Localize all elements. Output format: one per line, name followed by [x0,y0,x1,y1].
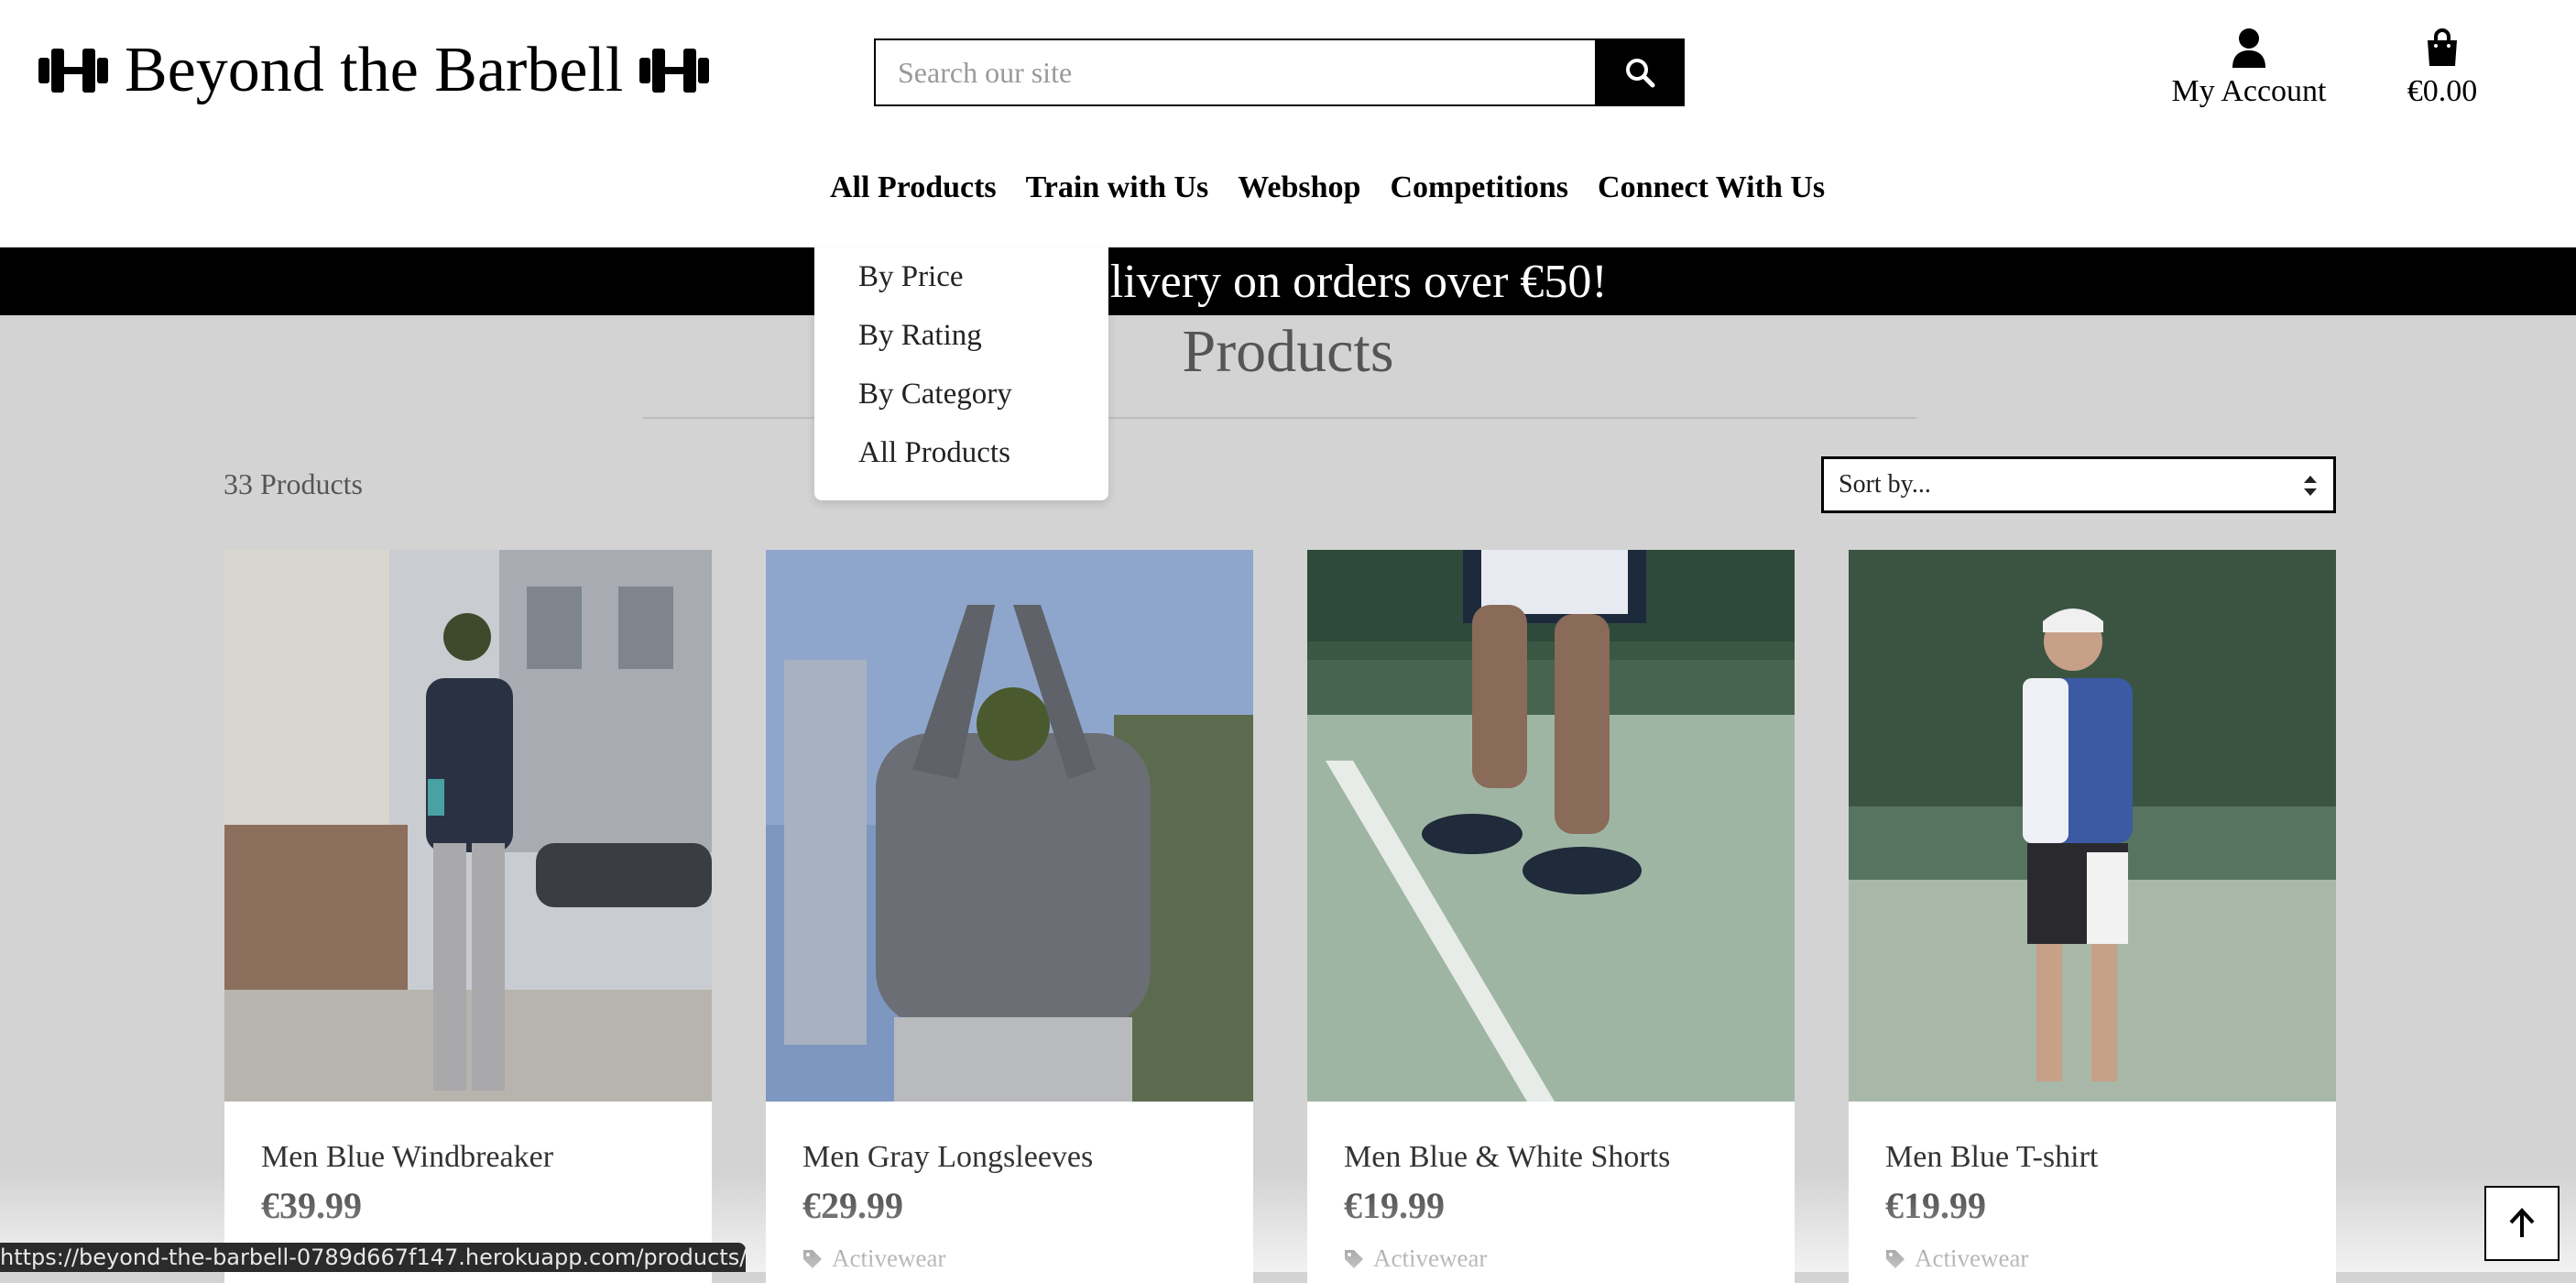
nav-webshop[interactable]: Webshop [1238,170,1360,205]
delivery-banner: Free delivery on orders over €50! [0,247,2576,315]
product-count: 33 Products [224,467,363,500]
product-category[interactable]: Activewear [802,1245,945,1273]
user-icon [2232,28,2265,68]
arrow-up-icon [2509,1208,2535,1237]
all-products-dropdown: By Price By Rating By Category All Produ… [814,247,1108,500]
account-label: My Account [2171,74,2327,108]
nav-connect-with-us[interactable]: Connect With Us [1598,170,1825,205]
dumbbell-icon [38,49,108,93]
product-name[interactable]: Men Blue T-shirt [1885,1140,2098,1175]
product-category-label: Activewear [1915,1245,2029,1272]
bag-total: €0.00 [2407,74,2478,108]
product-card[interactable]: Men Blue & White Shorts €19.99 Activewea… [1307,550,1795,1283]
dropdown-item-by-category[interactable]: By Category [858,378,1012,411]
dropdown-item-all-products[interactable]: All Products [858,436,1010,470]
nav-competitions[interactable]: Competitions [1390,170,1568,205]
shopping-bag-icon [2428,28,2457,66]
search-form [874,38,1685,106]
product-price: €29.99 [802,1185,903,1226]
product-price: €39.99 [261,1185,362,1226]
tag-icon [803,1249,822,1268]
dropdown-item-by-price[interactable]: By Price [858,260,964,294]
dropdown-item-by-rating[interactable]: By Rating [858,319,982,353]
product-card[interactable]: Men Gray Longsleeves €29.99 Activewear [766,550,1253,1283]
search-icon [1626,59,1655,88]
browser-status-url: https://beyond-the-barbell-0789d667f147.… [0,1243,746,1272]
product-price: €19.99 [1344,1185,1445,1226]
tag-icon [1345,1249,1363,1268]
shopping-bag-link[interactable]: €0.00 [2393,27,2492,109]
product-card[interactable]: Men Blue T-shirt €19.99 Activewear [1849,550,2336,1283]
tag-icon [1886,1249,1905,1268]
nav-all-products[interactable]: All Products [830,170,997,205]
site-header: Beyond the Barbell My Account [0,0,2576,247]
product-image[interactable] [766,550,1253,1102]
product-card[interactable]: Men Blue Windbreaker €39.99 [224,550,712,1283]
product-name[interactable]: Men Gray Longsleeves [802,1140,1093,1175]
product-category[interactable]: Activewear [1885,1245,2028,1273]
product-category[interactable]: Activewear [1344,1245,1487,1273]
site-logo[interactable]: Beyond the Barbell [37,33,711,108]
select-arrows-icon [2304,476,2317,496]
page-title: Products [1182,318,1394,385]
product-image[interactable] [1849,550,2336,1102]
product-category-label: Activewear [1373,1245,1488,1272]
product-image[interactable] [1307,550,1795,1102]
search-input[interactable] [874,38,1595,106]
main-nav: All Products Train with Us Webshop Compe… [830,170,1825,205]
sort-select[interactable]: Sort by... [1821,456,2336,513]
sort-select-value: Sort by... [1839,470,1931,499]
search-button[interactable] [1595,38,1685,106]
product-name[interactable]: Men Blue & White Shorts [1344,1140,1670,1175]
dumbbell-icon [639,49,710,93]
my-account-link[interactable]: My Account [2171,27,2327,109]
product-image[interactable] [224,550,712,1102]
product-price: €19.99 [1885,1185,1986,1226]
back-to-top-button[interactable] [2484,1186,2560,1261]
nav-train-with-us[interactable]: Train with Us [1026,170,1209,205]
product-category-label: Activewear [832,1245,946,1272]
brand-name: Beyond the Barbell [125,35,624,105]
product-name[interactable]: Men Blue Windbreaker [261,1140,553,1175]
